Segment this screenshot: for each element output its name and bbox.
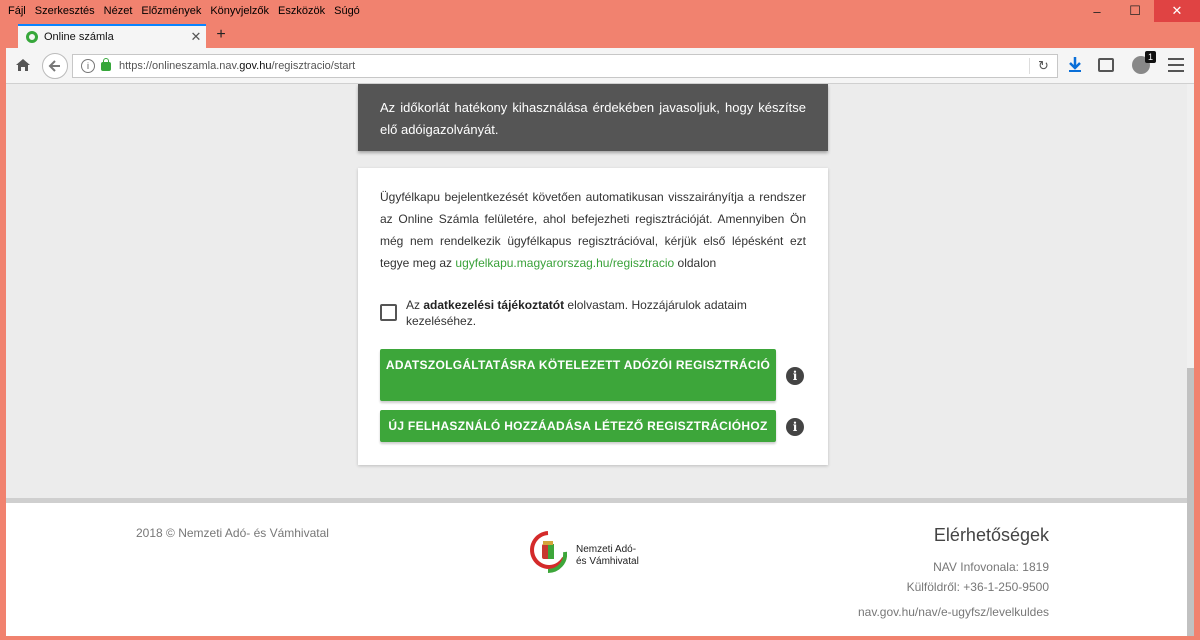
minimize-button[interactable]: –: [1078, 0, 1116, 22]
copyright-text: 2018 © Nemzeti Adó- és Vámhivatal: [136, 526, 329, 540]
menu-file[interactable]: Fájl: [8, 5, 26, 17]
hamburger-menu-icon[interactable]: [1168, 58, 1184, 72]
menu-tools[interactable]: Eszközök: [278, 5, 325, 17]
browser-window: Fájl Szerkesztés Nézet Előzmények Könyvj…: [0, 0, 1200, 640]
scrollbar-thumb[interactable]: [1187, 368, 1194, 636]
info-icon[interactable]: i: [786, 367, 804, 385]
ugyfelkapu-link[interactable]: ugyfelkapu.magyarorszag.hu/regisztracio: [455, 256, 674, 270]
page-content: Az időkorlát hatékony kihasználása érdek…: [6, 84, 1187, 636]
close-window-button[interactable]: ✕: [1154, 0, 1200, 22]
contact-title: Elérhetőségek: [933, 525, 1049, 545]
tab-online-szamla[interactable]: Online számla ✕: [18, 24, 206, 48]
abroad-phone-text: Külföldről: +36-1-250-9500: [906, 580, 1049, 594]
url-bar[interactable]: i https://onlineszamla.nav.gov.hu/regisz…: [72, 54, 1058, 78]
reload-icon[interactable]: ↻: [1029, 58, 1057, 74]
extension-icon[interactable]: 1: [1132, 51, 1156, 74]
close-tab-icon[interactable]: ✕: [186, 29, 206, 45]
tab-title: Online számla: [44, 31, 114, 43]
nav-logo: Nemzeti Adó- és Vámhivatal: [529, 530, 649, 574]
menu-edit[interactable]: Szerkesztés: [35, 5, 95, 17]
privacy-policy-link[interactable]: adatkezelési tájékoztatót: [423, 298, 564, 312]
maximize-button[interactable]: ☐: [1116, 0, 1154, 22]
url-text[interactable]: https://onlineszamla.nav.gov.hu/regisztr…: [119, 60, 1029, 72]
consent-row: Az adatkezelési tájékoztatót elolvastam.…: [380, 297, 810, 329]
notice-card: Az időkorlát hatékony kihasználása érdek…: [358, 84, 828, 151]
registration-card: Ügyfélkapu bejelentkezését követően auto…: [358, 168, 828, 465]
add-user-button[interactable]: ÚJ FELHASZNÁLÓ HOZZÁADÁSA LÉTEZŐ REGISZT…: [380, 410, 776, 442]
consent-label: Az adatkezelési tájékoztatót elolvastam.…: [406, 298, 747, 328]
contact-block: Elérhetőségek NAV Infovonala: 1819 Külfö…: [858, 525, 1049, 622]
footer: 2018 © Nemzeti Adó- és Vámhivatal Nemzet…: [6, 503, 1187, 636]
menu-bar: Fájl Szerkesztés Nézet Előzmények Könyvj…: [8, 0, 369, 22]
home-icon[interactable]: [14, 57, 32, 75]
page-scrollbar[interactable]: [1187, 84, 1194, 636]
infoline-text: NAV Infovonala: 1819: [933, 560, 1049, 574]
consent-checkbox[interactable]: [380, 304, 397, 321]
reader-view-icon[interactable]: [1098, 58, 1114, 72]
menu-view[interactable]: Nézet: [104, 5, 133, 17]
intro-text: Ügyfélkapu bejelentkezését követően auto…: [380, 190, 806, 270]
download-icon[interactable]: [1066, 56, 1084, 76]
tab-strip: Online számla ✕ +: [0, 22, 1200, 48]
menu-history[interactable]: Előzmények: [141, 5, 201, 17]
site-favicon-icon: [26, 31, 38, 43]
back-arrow-icon[interactable]: [42, 53, 68, 79]
logo-text: Nemzeti Adó- és Vámhivatal: [576, 544, 639, 567]
navigation-bar: i https://onlineszamla.nav.gov.hu/regisz…: [6, 48, 1194, 84]
info-icon[interactable]: i: [81, 59, 95, 73]
contact-link[interactable]: nav.gov.hu/nav/e-ugyfsz/levelkuldes: [858, 602, 1049, 622]
extension-badge: 1: [1144, 51, 1156, 63]
menu-bookmarks[interactable]: Könyvjelzők: [210, 5, 269, 17]
info-icon[interactable]: i: [786, 418, 804, 436]
nav-emblem-icon: [530, 531, 567, 574]
taxpayer-registration-button[interactable]: ADATSZOLGÁLTATÁSRA KÖTELEZETT ADÓZÓI REG…: [380, 349, 776, 401]
lock-icon[interactable]: [101, 57, 111, 71]
window-controls: – ☐ ✕: [1078, 0, 1200, 22]
notice-text: Az időkorlát hatékony kihasználása érdek…: [380, 100, 806, 137]
menu-help[interactable]: Súgó: [334, 5, 360, 17]
new-tab-button[interactable]: +: [210, 24, 232, 46]
